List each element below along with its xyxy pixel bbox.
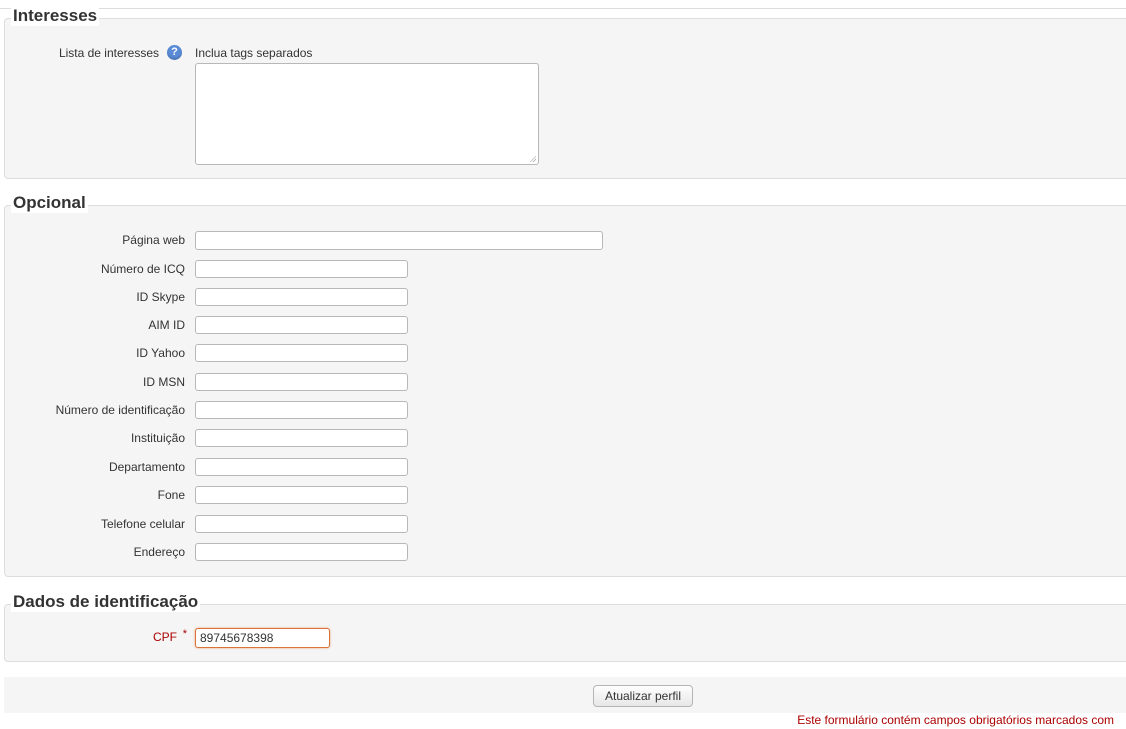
field-label: Instituição xyxy=(130,431,185,445)
field-label: Departamento xyxy=(108,460,185,474)
field-row-address: Endereço xyxy=(5,542,1125,562)
msn-input[interactable] xyxy=(195,373,408,391)
phone-input[interactable] xyxy=(195,486,408,504)
field-row-mobile: Telefone celular xyxy=(5,514,1125,534)
interests-section: Interesses Lista de interesses ? Inclua … xyxy=(4,6,1126,179)
department-input[interactable] xyxy=(195,458,408,476)
field-row-yahoo: ID Yahoo xyxy=(5,343,1125,363)
field-row-aim: AIM ID xyxy=(5,315,1125,335)
institution-input[interactable] xyxy=(195,429,408,447)
identification-section: Dados de identificação CPF * xyxy=(4,592,1126,662)
field-label: AIM ID xyxy=(148,318,185,332)
field-row-department: Departamento xyxy=(5,457,1125,477)
interests-legend: Interesses xyxy=(11,6,100,26)
optional-legend: Opcional xyxy=(11,193,88,213)
required-star: * xyxy=(182,628,187,640)
skype-input[interactable] xyxy=(195,288,408,306)
optional-section: Opcional Página web Número de ICQ ID Sky… xyxy=(4,193,1126,577)
action-bar: Atualizar perfil xyxy=(4,677,1126,713)
idnumber-input[interactable] xyxy=(195,401,408,419)
identification-legend: Dados de identificação xyxy=(11,592,201,612)
cpf-input[interactable] xyxy=(195,628,330,648)
field-label: Número de identificação xyxy=(55,403,185,417)
top-divider xyxy=(0,0,1126,9)
help-icon[interactable]: ? xyxy=(167,45,182,60)
mobile-phone-input[interactable] xyxy=(195,515,408,533)
field-row-skype: ID Skype xyxy=(5,287,1125,307)
field-row-msn: ID MSN xyxy=(5,372,1125,392)
field-label: Fone xyxy=(157,488,185,502)
update-profile-button[interactable]: Atualizar perfil xyxy=(593,685,693,707)
webpage-input[interactable] xyxy=(195,231,603,250)
required-fields-note: Este formulário contém campos obrigatóri… xyxy=(797,713,1114,727)
field-row-cpf: CPF * xyxy=(5,627,1125,648)
interests-label: Lista de interesses xyxy=(58,46,159,60)
field-row-idnumber: Número de identificação xyxy=(5,400,1125,420)
interests-hint: Inclua tags separados xyxy=(195,46,313,60)
address-input[interactable] xyxy=(195,543,408,561)
icq-input[interactable] xyxy=(195,260,408,278)
field-row-pagina-web: Página web xyxy=(5,230,1125,250)
aim-input[interactable] xyxy=(195,316,408,334)
field-label: ID MSN xyxy=(143,375,185,389)
field-row-institution: Instituição xyxy=(5,428,1125,448)
field-label: Número de ICQ xyxy=(100,262,185,276)
field-label: ID Yahoo xyxy=(136,346,185,360)
field-label: Endereço xyxy=(133,545,185,559)
field-row-icq: Número de ICQ xyxy=(5,259,1125,279)
field-label: Página web xyxy=(122,233,185,247)
field-label: Telefone celular xyxy=(100,517,185,531)
yahoo-input[interactable] xyxy=(195,344,408,362)
cpf-label: CPF xyxy=(153,630,177,644)
interests-textarea[interactable] xyxy=(195,63,539,165)
resize-grip-icon[interactable] xyxy=(528,154,536,162)
field-row-phone: Fone xyxy=(5,485,1125,505)
field-label: ID Skype xyxy=(136,290,185,304)
